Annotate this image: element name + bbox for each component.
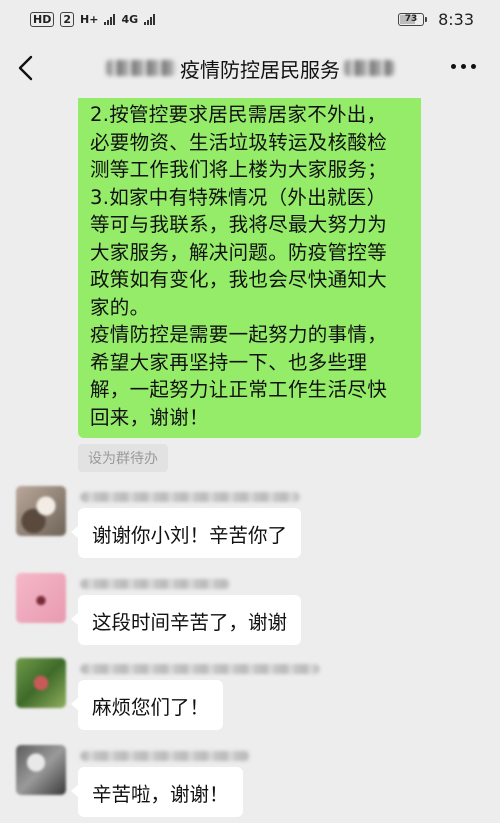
message-line: 大家服务，解决问题。防疫管控等 [90,240,388,264]
title-redaction-right [344,60,394,76]
message-line: 疫情防控是需要一起努力的事情， [90,323,388,346]
clock: 8:33 [438,9,474,29]
message-line: 希望大家再坚持一下、也多些理 [90,350,368,374]
status-left: HD 2 H+ 4G [30,11,156,27]
status-bar: HD 2 H+ 4G 73 8:33 [0,0,500,38]
message-line: 解，一起努力让正常工作生活尽快 [90,378,388,401]
message-line: 必要物资、生活垃圾转运及核酸检 [90,130,388,154]
sender-name-redacted [80,492,300,502]
received-message-bubble[interactable]: 麻烦您们了！ [70,680,224,730]
received-message-bubble[interactable]: 这段时间辛苦了，谢谢 [70,595,302,645]
battery-icon: 73 [398,12,428,26]
network-type-1: H+ [80,12,99,26]
chat-header: 疫情防控居民服务 [0,38,500,98]
received-message-bubble[interactable]: 谢谢你小刘！辛苦你了 [70,508,302,558]
avatar[interactable] [16,745,66,795]
message-line: 2.按管控要求居民需居家不外出， [90,103,387,126]
sender-name-redacted [80,579,230,589]
more-icon[interactable] [451,64,476,69]
chat-title: 疫情防控居民服务 [180,57,340,82]
sent-message-bubble[interactable]: 2.按管控要求居民需居家不外出， 必要物资、生活垃圾转运及核酸检 测等工作我们将… [78,98,421,438]
message-line: 回来，谢谢！ [90,405,209,429]
hd-badge: HD [30,11,55,27]
chat-title-area: 疫情防控居民服务 [80,38,420,98]
message-line: 测等工作我们将上楼为大家服务； [90,158,388,181]
set-group-todo-button[interactable]: 设为群待办 [78,444,168,472]
sim-badge: 2 [60,11,74,27]
received-message-bubble[interactable]: 辛苦啦，谢谢！ [71,767,243,817]
message-line: 等可与我联系，我将尽最大努力为 [90,213,388,236]
signal-icon-2 [144,13,156,25]
back-arrow-icon[interactable] [14,54,38,82]
message-line: 政策如有变化，我也会尽快通知大 [90,268,388,291]
avatar[interactable] [16,658,66,708]
signal-icon [104,13,116,25]
sender-name-redacted [80,751,250,761]
network-type-2: 4G [121,12,139,26]
status-right: 73 8:33 [398,10,474,29]
avatar[interactable] [16,573,66,623]
title-redaction-left [106,60,176,76]
sender-name-redacted [80,664,320,674]
avatar[interactable] [16,486,66,536]
message-line: 家的。 [90,295,150,319]
battery-level: 73 [404,14,418,24]
message-line: 3.如家中有特殊情况（外出就医） [90,185,387,209]
